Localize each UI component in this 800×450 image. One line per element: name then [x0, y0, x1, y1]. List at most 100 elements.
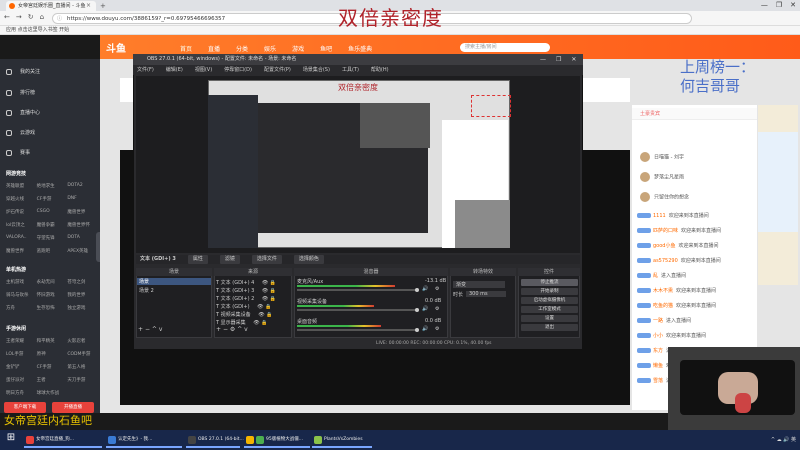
sidebar-section[interactable]: 单机热游	[6, 266, 26, 273]
sidebar-category-link[interactable]: 魔兽世界怀	[67, 222, 98, 228]
browser-tab[interactable]: 女帝宫廷娱乐圈_直播间 - 斗鱼	[6, 1, 96, 11]
maximize-button[interactable]: ❐	[556, 54, 561, 65]
sidebar-category-link[interactable]: 魔兽争霸	[37, 222, 68, 228]
eye-icon[interactable]: 👁	[257, 312, 264, 318]
sidebar-category-link[interactable]: 原神	[37, 351, 68, 357]
source-item[interactable]: T 文本 (GDI+) 3 👁 🔒	[216, 287, 276, 294]
selection-box[interactable]	[471, 95, 511, 117]
settings-button[interactable]: 设置	[521, 315, 578, 322]
start-record-button[interactable]: 开始录制	[521, 288, 578, 295]
sidebar-category-link[interactable]: CF手游	[37, 364, 68, 370]
sidebar-item-follow[interactable]: 我的关注	[6, 68, 40, 75]
select-file-button[interactable]: 选择文件	[251, 255, 282, 264]
sidebar-category-link[interactable]: 绝地求生	[37, 183, 68, 189]
sidebar-category-link[interactable]: 英雄联盟	[6, 183, 37, 189]
sidebar-section[interactable]: 网游竞技	[6, 170, 26, 177]
chat-username[interactable]: 小小	[653, 333, 663, 339]
rank-row[interactable]: 只留住你的想念	[640, 192, 689, 202]
rank-row[interactable]: 日喵猫 - 刘宇	[640, 152, 684, 162]
minimize-button[interactable]: —	[540, 54, 546, 65]
sidebar-category-link[interactable]: 天刀手游	[67, 377, 98, 383]
nav-item[interactable]: 分类	[236, 44, 248, 53]
chat-username[interactable]: 雪落	[653, 378, 663, 384]
sidebar-category-link[interactable]: 火影忍者	[67, 338, 98, 344]
sidebar-section[interactable]: 手游休闲	[6, 325, 26, 332]
chat-username[interactable]: 木木不熏	[653, 288, 673, 294]
lock-icon[interactable]: 🔒	[265, 312, 272, 318]
forward-icon[interactable]: →	[16, 13, 22, 21]
menu-item[interactable]: 配置文件(P)	[264, 65, 291, 75]
sidebar-category-link[interactable]: 明日方舟	[6, 390, 37, 396]
sidebar-category-link[interactable]: CSGO	[37, 209, 68, 215]
speaker-icon[interactable]: 🔊	[422, 306, 428, 312]
studio-mode-button[interactable]: 工作室模式	[521, 306, 578, 313]
minimize-button[interactable]: —	[761, 0, 768, 11]
scene-item[interactable]: 场景	[137, 278, 211, 285]
chat-username[interactable]: 东方	[653, 348, 663, 354]
taskbar-item[interactable]: OBS 27.0.1 (64-bit...	[186, 432, 244, 448]
add-icon[interactable]: +	[216, 326, 221, 333]
reload-icon[interactable]: ↻	[28, 13, 34, 21]
down-icon[interactable]: v	[244, 326, 248, 333]
volume-slider[interactable]	[297, 289, 417, 291]
sidebar-category-link[interactable]: 魔兽世界	[6, 248, 37, 254]
new-tab-icon[interactable]: +	[100, 2, 106, 10]
sidebar-category-link[interactable]: 我的世界	[67, 292, 98, 298]
volume-slider-knob[interactable]	[415, 328, 419, 332]
taskbar-item[interactable]: 女帝宫廷直播_狗...	[24, 432, 102, 448]
menu-item[interactable]: 场景集合(S)	[303, 65, 330, 75]
nav-item[interactable]: 游戏	[292, 44, 304, 53]
source-item[interactable]: T 文本 (GDI+) 2 👁 🔒	[216, 295, 276, 302]
taskbar-item[interactable]: 95版植物大战僵...	[254, 432, 310, 448]
lock-icon[interactable]: 🔒	[263, 304, 271, 310]
up-icon[interactable]: ^	[152, 326, 157, 333]
taskbar-item[interactable]: 认定先生》- 我...	[106, 432, 182, 448]
chat-username[interactable]: good小鱼	[653, 243, 675, 249]
volume-slider[interactable]	[297, 309, 417, 311]
nav-item[interactable]: 鱼乐盛典	[348, 44, 372, 53]
maximize-button[interactable]: ❐	[776, 0, 782, 11]
sidebar-category-link[interactable]: 永劫无间	[37, 279, 68, 285]
source-item[interactable]: T 视频采集设备 👁 🔒	[216, 311, 272, 318]
speaker-icon[interactable]: 🔊	[422, 326, 428, 332]
rank-row[interactable]: 梦落尘凡星雨	[640, 172, 684, 182]
chat-username[interactable]: 1111	[653, 213, 666, 219]
sidebar-category-link[interactable]: 独立游戏	[67, 305, 98, 311]
chat-username[interactable]: as575290	[653, 258, 678, 264]
remove-icon[interactable]: −	[145, 326, 150, 333]
sidebar-category-link[interactable]: 方舟	[6, 305, 37, 311]
sidebar-category-link[interactable]: 蛋仔派对	[6, 377, 37, 383]
chat-username[interactable]: 一路	[653, 318, 663, 324]
source-item[interactable]: T 显示器采集 👁 🔒	[216, 319, 267, 326]
nav-item[interactable]: 娱乐	[264, 44, 276, 53]
sidebar-category-link[interactable]: 第五人格	[67, 364, 98, 370]
chat-username[interactable]: 懒鱼	[653, 363, 663, 369]
lock-icon[interactable]: 🔒	[268, 296, 276, 302]
eye-icon[interactable]: 👁	[252, 320, 259, 326]
sidebar-item-center[interactable]: 直播中心	[6, 109, 40, 116]
sidebar-category-link[interactable]: 球球大作战	[37, 390, 68, 396]
menu-item[interactable]: 文件(F)	[137, 65, 154, 75]
stop-stream-button[interactable]: 停止推流	[521, 279, 578, 286]
down-icon[interactable]: v	[159, 326, 163, 333]
sidebar-category-link[interactable]: 怀旧游戏	[37, 292, 68, 298]
sidebar-category-link[interactable]: DNF	[67, 196, 98, 202]
gear-icon[interactable]: ⚙	[435, 286, 439, 292]
sidebar-category-link[interactable]: 魔兽世界	[67, 209, 98, 215]
rank-header[interactable]: 土豪贵宾	[632, 108, 757, 120]
sidebar-category-link[interactable]: VALORA..	[6, 235, 37, 241]
close-button[interactable]: ✕	[571, 54, 576, 65]
sidebar-category-link[interactable]: CODM手游	[67, 351, 98, 357]
sidebar-category-link[interactable]: DOTA	[67, 235, 98, 241]
sidebar-category-link[interactable]: 王者荣耀	[6, 338, 37, 344]
duration-input[interactable]: 300 ms	[466, 291, 506, 297]
sidebar-category-link[interactable]: 金铲铲	[6, 364, 37, 370]
menu-item[interactable]: 帮助(H)	[371, 65, 389, 75]
volume-slider-knob[interactable]	[415, 308, 419, 312]
exit-button[interactable]: 退出	[521, 324, 578, 331]
remove-icon[interactable]: −	[223, 326, 228, 333]
lock-icon[interactable]: 🔒	[268, 288, 276, 294]
sidebar-category-link[interactable]: lol云顶之	[6, 222, 37, 228]
gear-icon[interactable]: ⚙	[435, 326, 439, 332]
up-icon[interactable]: ^	[237, 326, 242, 333]
